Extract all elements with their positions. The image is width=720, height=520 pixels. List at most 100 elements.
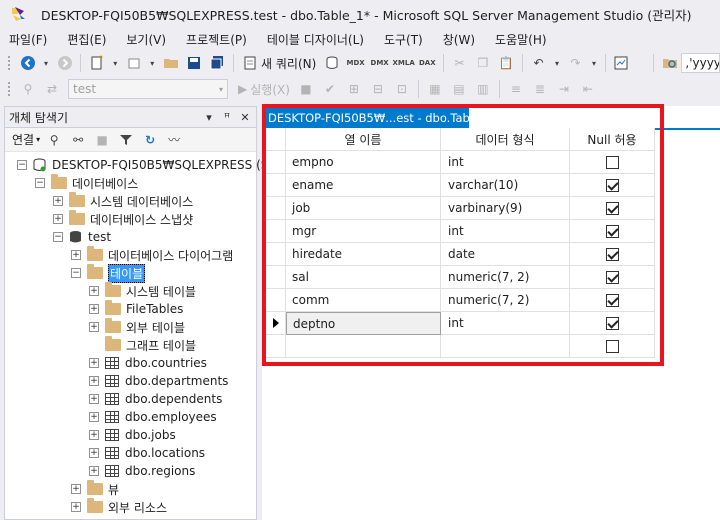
dropdown-arrow-icon[interactable]: ▾ [148,54,156,72]
back-icon[interactable] [19,54,36,72]
data-type-header[interactable]: 데이터 형식 [441,128,570,151]
new-query-button[interactable]: 새 쿼리(N) [238,53,320,73]
close-icon[interactable]: ✕ [517,112,526,125]
tree-node[interactable]: + 외부 리소스 [71,498,167,516]
open-folder-icon[interactable] [162,54,179,72]
db-engine-query-icon[interactable] [323,54,340,72]
allow-nulls-checkbox[interactable] [605,247,619,261]
tree-node[interactable]: + 시스템 테이블 [89,282,196,300]
expand-icon[interactable]: + [89,322,99,332]
tree-node[interactable]: + 외부 테이블 [89,318,185,336]
row-selector[interactable] [266,243,286,266]
tree-node[interactable]: − 테이블 [71,263,146,283]
column-name-cell[interactable]: mgr [286,220,441,243]
column-name-cell[interactable] [286,335,441,358]
allow-nulls-checkbox[interactable] [605,178,619,192]
refresh-icon[interactable]: ↻ [141,131,159,149]
results-file-icon[interactable]: ▥ [474,80,492,98]
column-name-header[interactable]: 열 이름 [286,128,441,151]
tree-node[interactable]: + dbo.countries [89,354,207,372]
row-selector[interactable] [266,174,286,197]
execute-button[interactable]: ▶ 실행(X) [234,79,294,99]
column-row[interactable]: empno int [266,151,655,174]
expand-icon[interactable]: + [89,448,99,458]
redo-icon[interactable]: ↷ [567,54,584,72]
column-name-cell[interactable]: ename [286,174,441,197]
allow-nulls-checkbox[interactable] [605,155,619,169]
expand-icon[interactable]: + [89,466,99,476]
filter-icon[interactable] [117,131,135,149]
activity-monitor-icon[interactable] [613,54,630,72]
stop-icon[interactable]: ■ [93,131,111,149]
column-name-cell[interactable]: comm [286,289,441,312]
column-name-cell[interactable]: job [286,197,441,220]
allow-nulls-checkbox[interactable] [605,224,619,238]
data-type-cell[interactable]: numeric(7, 2) [441,289,570,312]
column-name-cell[interactable]: deptno [286,312,441,335]
allow-nulls-checkbox[interactable] [605,293,619,307]
menu-tools[interactable]: 도구(T) [378,31,429,48]
outdent-icon[interactable]: ⇤ [579,80,597,98]
forward-icon[interactable] [56,54,73,72]
row-selector[interactable] [266,197,286,220]
collapse-icon[interactable]: − [71,268,81,278]
column-row[interactable]: mgr int [266,220,655,243]
data-type-cell[interactable]: int [441,312,570,335]
data-type-cell[interactable] [441,335,570,358]
dmx-query-icon[interactable]: DMX [371,54,389,72]
menu-table-designer[interactable]: 테이블 디자이너(L) [261,31,370,48]
tree-node[interactable]: + dbo.jobs [89,426,176,444]
allow-nulls-checkbox[interactable] [605,316,619,330]
column-row[interactable]: sal numeric(7, 2) [266,266,655,289]
data-type-cell[interactable]: varbinary(9) [441,197,570,220]
tree-node[interactable]: + dbo.employees [89,408,217,426]
data-type-cell[interactable]: numeric(7, 2) [441,266,570,289]
xmla-query-icon[interactable]: XMLA [393,54,415,72]
tree-node[interactable]: − test [53,228,111,246]
change-connection-icon[interactable]: ⇄ [43,80,61,98]
allow-nulls-checkbox[interactable] [605,201,619,215]
expand-icon[interactable]: + [53,214,63,224]
format-input[interactable]: ,'yyyy-m [681,53,720,73]
row-selector[interactable] [266,312,286,335]
chevron-down-icon[interactable]: ▾ [202,111,216,124]
expand-icon[interactable]: + [89,376,99,386]
expand-icon[interactable]: + [89,358,99,368]
menu-view[interactable]: 보기(V) [120,31,172,48]
dax-query-icon[interactable]: DAX [419,54,436,72]
column-row[interactable]: comm numeric(7, 2) [266,289,655,312]
dropdown-arrow-icon[interactable]: ▾ [111,54,119,72]
connect-icon[interactable]: ⚲ [19,80,37,98]
row-selector[interactable] [266,335,286,358]
tree-node[interactable]: + dbo.locations [89,444,205,462]
available-databases-combo[interactable]: test ▾ [68,79,228,99]
save-icon[interactable] [185,54,202,72]
tree-node[interactable]: + dbo.regions [89,462,195,480]
tree-node[interactable]: + 데이터베이스 다이어그램 [71,246,233,264]
dropdown-arrow-icon[interactable]: ▾ [590,54,598,72]
paste-icon[interactable]: 📋 [498,54,515,72]
collapse-icon[interactable]: − [35,178,45,188]
expand-icon[interactable]: + [71,502,81,512]
undo-icon[interactable]: ↶ [530,54,547,72]
data-type-cell[interactable]: int [441,220,570,243]
collapse-icon[interactable]: − [17,160,27,170]
tree-node[interactable]: − 데이터베이스 [35,174,138,192]
new-item-icon[interactable] [88,54,105,72]
column-row[interactable]: ename varchar(10) [266,174,655,197]
add-item-icon[interactable] [125,54,142,72]
menu-edit[interactable]: 편집(E) [61,31,112,48]
allow-nulls-checkbox[interactable] [605,339,619,353]
expand-icon[interactable]: + [89,430,99,440]
document-tab[interactable]: DESKTOP-FQI50B5₩...est - dbo.Table_1* ⊕ … [262,108,527,128]
toolbar-grip[interactable] [7,81,11,97]
expand-icon[interactable]: + [89,304,99,314]
column-name-cell[interactable]: empno [286,151,441,174]
intellisense-icon[interactable]: ⊡ [393,80,411,98]
expand-icon[interactable]: + [53,196,63,206]
collapse-icon[interactable]: − [53,232,63,242]
expand-icon[interactable]: + [89,286,99,296]
row-selector[interactable] [266,151,286,174]
column-row[interactable]: job varbinary(9) [266,197,655,220]
data-type-cell[interactable]: varchar(10) [441,174,570,197]
